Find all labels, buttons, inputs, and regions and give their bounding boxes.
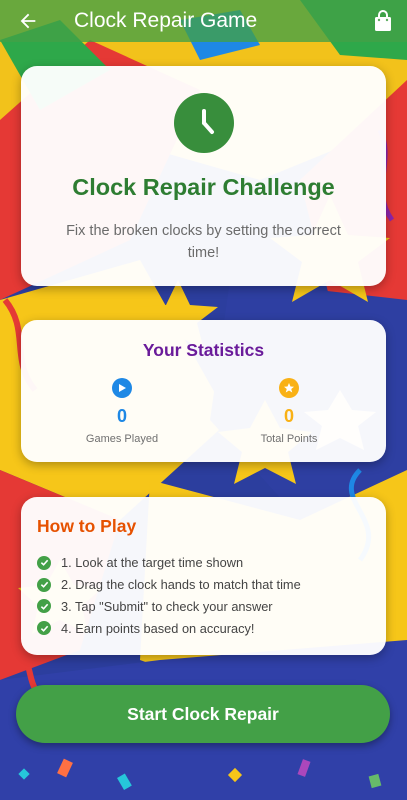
shop-button[interactable] bbox=[359, 0, 407, 42]
steps-list: 1. Look at the target time shown 2. Drag… bbox=[37, 552, 301, 639]
step-text: 3. Tap "Submit" to check your answer bbox=[61, 598, 273, 614]
app-bar: Clock Repair Game bbox=[0, 0, 407, 42]
shopping-bag-icon bbox=[375, 10, 391, 31]
check-circle-icon bbox=[37, 555, 51, 570]
check-circle-icon bbox=[37, 599, 51, 614]
step-text: 1. Look at the target time shown bbox=[61, 555, 244, 571]
list-item: 1. Look at the target time shown bbox=[37, 552, 301, 574]
total-points-label: Total Points bbox=[260, 433, 318, 445]
back-button[interactable] bbox=[0, 0, 56, 42]
challenge-subtitle: Fix the broken clocks by setting the cor… bbox=[66, 223, 341, 261]
app-bar-title: Clock Repair Game bbox=[74, 9, 258, 32]
check-circle-icon bbox=[37, 577, 51, 592]
clock-icon bbox=[173, 93, 234, 153]
statistics-card: Your Statistics 0 Games Played 0 Total P… bbox=[21, 320, 386, 462]
games-played-label: Games Played bbox=[85, 433, 159, 445]
list-item: 3. Tap "Submit" to check your answer bbox=[37, 596, 301, 618]
list-item: 4. Earn points based on accuracy! bbox=[37, 617, 301, 639]
total-points-value: 0 bbox=[283, 406, 294, 426]
how-to-play-title: How to Play bbox=[37, 516, 137, 536]
play-circle-icon bbox=[112, 378, 132, 398]
list-item: 2. Drag the clock hands to match that ti… bbox=[37, 574, 301, 596]
how-to-play-card: How to Play 1. Look at the target time s… bbox=[21, 497, 386, 655]
check-circle-icon bbox=[37, 621, 51, 636]
intro-card: Clock Repair Challenge Fix the broken cl… bbox=[21, 66, 386, 286]
step-text: 4. Earn points based on accuracy! bbox=[61, 620, 255, 636]
games-played-stat: 0 Games Played bbox=[62, 378, 182, 445]
arrow-back-icon bbox=[20, 13, 36, 29]
total-points-stat: 0 Total Points bbox=[229, 378, 349, 445]
star-circle-icon bbox=[279, 378, 299, 398]
statistics-title: Your Statistics bbox=[142, 340, 265, 360]
games-played-value: 0 bbox=[116, 406, 127, 426]
step-text: 2. Drag the clock hands to match that ti… bbox=[61, 577, 301, 593]
start-clock-repair-button[interactable]: Start Clock Repair bbox=[16, 685, 390, 743]
challenge-title: Clock Repair Challenge bbox=[72, 174, 335, 200]
